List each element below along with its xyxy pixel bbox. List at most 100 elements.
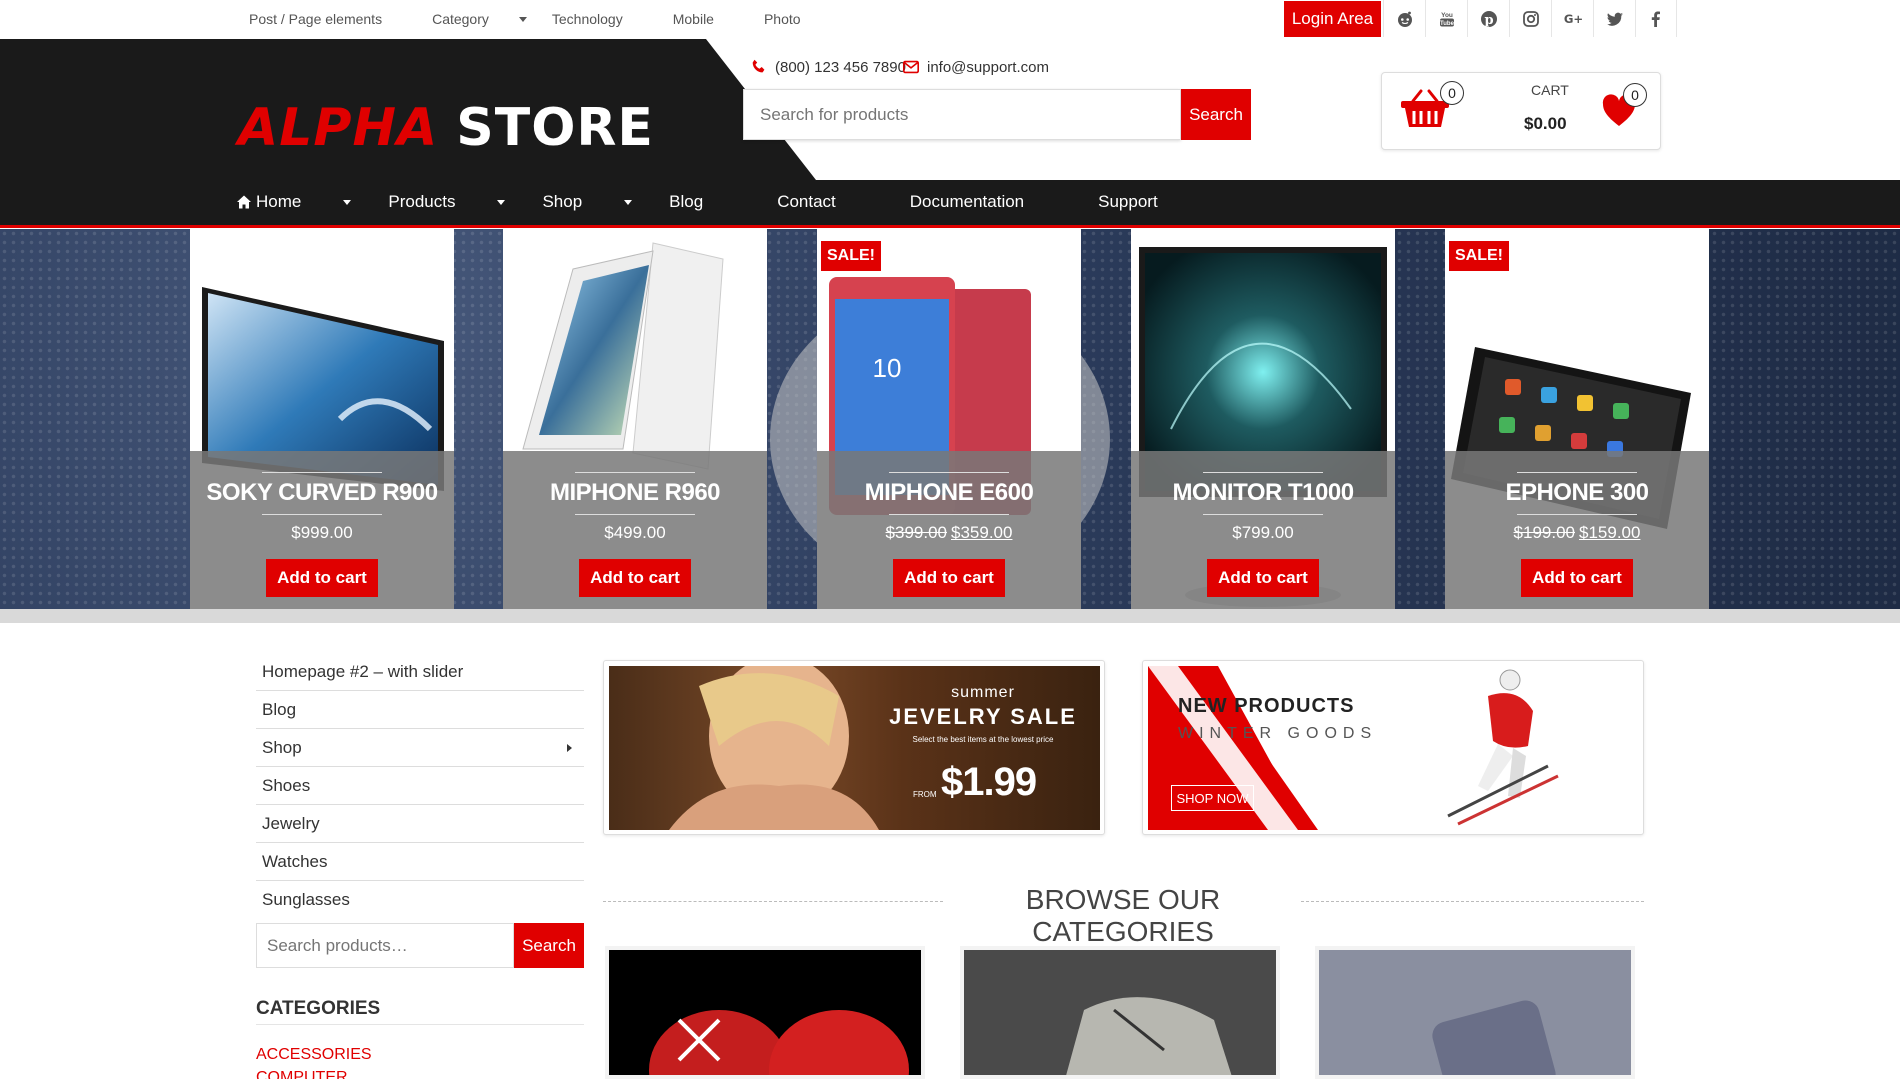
chevron-down-icon xyxy=(497,199,506,205)
email-address: info@support.com xyxy=(927,58,1049,76)
add-to-cart-button[interactable]: Add to cart xyxy=(579,559,691,597)
sidebar-item-jewelry[interactable]: Jewelry xyxy=(256,805,584,843)
cart-count-badge: 0 xyxy=(1440,81,1464,105)
wishlist-count-badge: 0 xyxy=(1623,83,1647,107)
sidebar-search-input[interactable] xyxy=(257,924,513,967)
category-tile-sneakers[interactable] xyxy=(960,946,1280,1079)
product-price: $499.00 xyxy=(604,523,666,542)
old-price: $399.00 xyxy=(885,523,947,542)
divider xyxy=(889,514,1009,515)
divider xyxy=(575,472,695,473)
top-link-technology[interactable]: Technology xyxy=(552,11,648,27)
sidebar-search-field[interactable] xyxy=(256,923,514,968)
add-to-cart-button[interactable]: Add to cart xyxy=(266,559,378,597)
svg-text:10: 10 xyxy=(873,353,902,383)
add-to-cart-button[interactable]: Add to cart xyxy=(1207,559,1319,597)
jewelry-banner-subtitle: Select the best items at the lowest pric… xyxy=(912,735,1054,744)
dotted-divider-right xyxy=(1301,901,1644,902)
slider-product-card[interactable]: SALE! EPHONE 300 $199.00 $159.00 Add to c… xyxy=(1445,229,1709,609)
sidebar-item-blog[interactable]: Blog xyxy=(256,691,584,729)
jewelry-banner-summer: summer xyxy=(951,684,1015,701)
phone-contact: (800) 123 456 7890 xyxy=(750,58,906,76)
category-link-computer[interactable]: COMPUTER xyxy=(256,1069,348,1079)
top-link-post-page-elements[interactable]: Post / Page elements xyxy=(249,11,407,27)
cart-label: CART xyxy=(1531,82,1569,98)
sidebar-item-shoes[interactable]: Shoes xyxy=(256,767,584,805)
old-price: $199.00 xyxy=(1513,523,1575,542)
chevron-down-icon xyxy=(624,199,633,205)
phone-icon xyxy=(752,59,765,73)
sneakers-image xyxy=(1066,997,1232,1075)
top-links: Post / Page elements Category Technology… xyxy=(249,0,851,37)
product-price: $199.00 $159.00 xyxy=(1445,523,1709,543)
top-link-category[interactable]: Category xyxy=(432,11,527,27)
add-to-cart-button[interactable]: Add to cart xyxy=(893,559,1005,597)
sale-price: $359.00 xyxy=(951,523,1013,542)
nav-item-contact[interactable]: Contact xyxy=(777,192,873,212)
slider-product-card[interactable]: SOKY CURVED R900 $999.00 Add to cart xyxy=(190,229,454,609)
reddit-icon[interactable] xyxy=(1383,0,1425,37)
winter-banner-subtitle: WINTER GOODS xyxy=(1178,725,1378,742)
slider-product-card[interactable]: MIPHONE R960 $499.00 Add to cart xyxy=(503,229,767,609)
add-to-cart-button[interactable]: Add to cart xyxy=(1521,559,1633,597)
divider xyxy=(256,1024,584,1025)
dotted-divider-left xyxy=(603,901,943,902)
cart-total[interactable]: $0.00 xyxy=(1524,114,1567,134)
sidebar-item-shop[interactable]: Shop xyxy=(256,729,584,767)
youtube-icon[interactable]: You Tube xyxy=(1425,0,1467,37)
product-name[interactable]: MIPHONE E600 xyxy=(817,479,1081,507)
logo-alpha: ALPHA xyxy=(238,98,439,158)
jewelry-banner-price: $1.99 xyxy=(941,760,1037,804)
phone-number: (800) 123 456 7890 xyxy=(775,58,906,76)
nav-item-blog[interactable]: Blog xyxy=(669,192,740,212)
slider-product-card[interactable]: 10 SALE! MIPHONE E600 $399.00 $359.00 Add… xyxy=(817,229,1081,609)
divider xyxy=(262,514,382,515)
slider-product-card[interactable]: MONITOR T1000 $799.00 Add to cart xyxy=(1131,229,1395,609)
email-contact[interactable]: info@support.com xyxy=(902,58,1049,76)
chevron-right-icon xyxy=(567,744,572,752)
nav-item-products[interactable]: Products xyxy=(388,192,506,212)
product-search-input[interactable] xyxy=(744,90,1180,139)
product-name[interactable]: SOKY CURVED R900 xyxy=(190,479,454,507)
skier-image xyxy=(1447,669,1559,826)
nav-item-documentation[interactable]: Documentation xyxy=(910,192,1061,212)
nav-item-support[interactable]: Support xyxy=(1098,192,1195,212)
chevron-down-icon xyxy=(518,17,527,23)
shop-now-button[interactable]: SHOP NOW xyxy=(1171,785,1254,811)
header-search-button[interactable]: Search xyxy=(1181,89,1251,140)
home-icon xyxy=(237,195,251,209)
smartphone-image xyxy=(1432,1000,1556,1075)
logo-store: STORE xyxy=(456,98,654,158)
product-price: $799.00 xyxy=(1232,523,1294,542)
google-plus-icon[interactable]: G+ xyxy=(1551,0,1593,37)
winter-banner-title: NEW PRODUCTS xyxy=(1178,695,1355,717)
top-link-mobile[interactable]: Mobile xyxy=(673,11,739,27)
twitter-icon[interactable] xyxy=(1593,0,1635,37)
jewelry-banner-title: JEVELRY SALE xyxy=(889,704,1077,729)
product-name[interactable]: MIPHONE R960 xyxy=(503,479,767,507)
category-tile-shoes[interactable] xyxy=(605,946,925,1079)
instagram-icon[interactable] xyxy=(1509,0,1551,37)
category-link-accessories[interactable]: ACCESSORIES xyxy=(256,1046,372,1064)
login-area-button[interactable]: Login Area xyxy=(1284,1,1381,37)
divider xyxy=(1203,514,1323,515)
nav-item-home[interactable]: Home xyxy=(236,192,352,212)
pinterest-icon[interactable]: p xyxy=(1467,0,1509,37)
sale-price: $159.00 xyxy=(1579,523,1641,542)
envelope-icon xyxy=(902,60,920,74)
sidebar-item-homepage-2[interactable]: Homepage #2 – with slider xyxy=(256,653,584,691)
product-search-field[interactable] xyxy=(743,89,1181,140)
sidebar-item-sunglasses[interactable]: Sunglasses xyxy=(256,881,584,919)
product-name[interactable]: EPHONE 300 xyxy=(1445,479,1709,507)
sidebar-search-button[interactable]: Search xyxy=(514,923,584,968)
divider xyxy=(575,514,695,515)
nav-item-shop[interactable]: Shop xyxy=(542,192,633,212)
facebook-icon[interactable] xyxy=(1635,0,1677,37)
product-name[interactable]: MONITOR T1000 xyxy=(1131,479,1395,507)
top-link-photo[interactable]: Photo xyxy=(764,11,826,27)
jewelry-banner-from: FROM xyxy=(913,790,937,799)
sale-badge: SALE! xyxy=(1449,241,1509,271)
store-logo[interactable]: ALPHA STORE xyxy=(238,98,654,158)
category-tile-phones[interactable] xyxy=(1315,946,1635,1079)
sidebar-item-watches[interactable]: Watches xyxy=(256,843,584,881)
